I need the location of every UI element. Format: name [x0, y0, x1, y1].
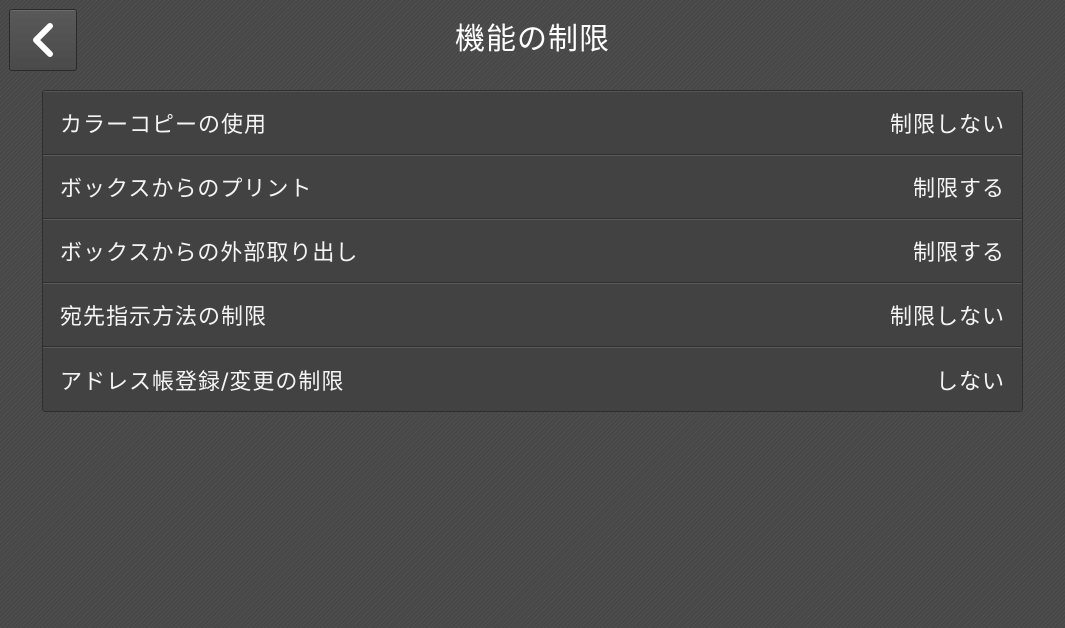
setting-value: 制限する: [912, 241, 1005, 266]
setting-value: 制限しない: [889, 113, 1005, 138]
setting-label: ボックスからのプリント: [60, 177, 313, 202]
setting-address-book-edit[interactable]: アドレス帳登録/変更の制限 しない: [43, 347, 1022, 411]
setting-label: ボックスからの外部取り出し: [60, 241, 359, 266]
setting-label: 宛先指示方法の制限: [60, 305, 268, 330]
setting-value: 制限しない: [889, 305, 1005, 330]
setting-label: カラーコピーの使用: [60, 113, 268, 138]
setting-value: 制限する: [912, 177, 1005, 202]
setting-value: しない: [935, 369, 1005, 395]
setting-color-copy[interactable]: カラーコピーの使用 制限しない: [43, 91, 1022, 155]
setting-destination-method[interactable]: 宛先指示方法の制限 制限しない: [43, 283, 1022, 347]
setting-box-print[interactable]: ボックスからのプリント 制限する: [43, 155, 1022, 219]
setting-label: アドレス帳登録/変更の制限: [60, 369, 345, 395]
settings-list: カラーコピーの使用 制限しない ボックスからのプリント 制限する ボックスからの…: [42, 90, 1023, 412]
setting-box-export[interactable]: ボックスからの外部取り出し 制限する: [43, 219, 1022, 283]
page-title: 機能の制限: [455, 22, 610, 57]
